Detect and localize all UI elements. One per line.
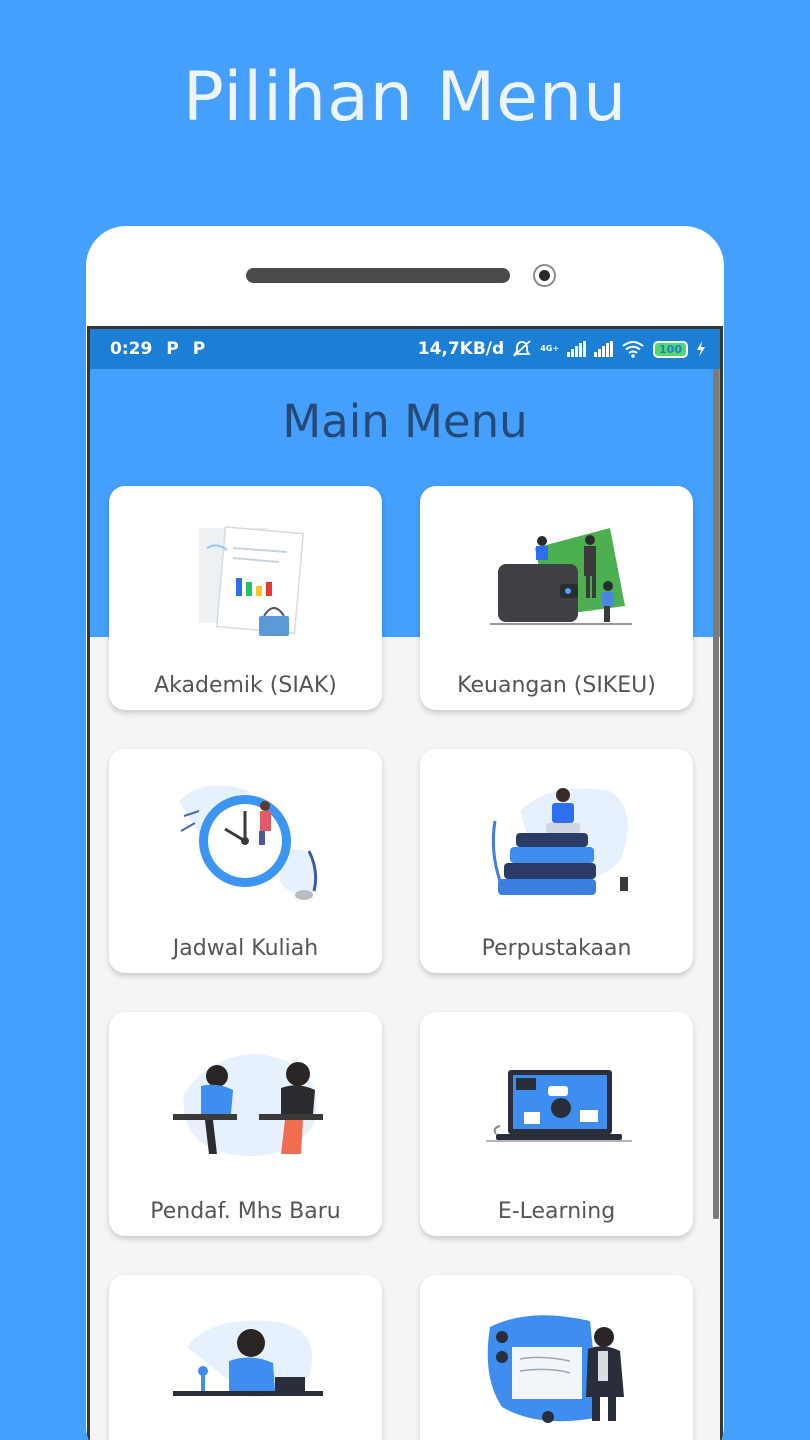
scrollbar[interactable] (713, 369, 719, 1219)
page-title: Pilihan Menu (182, 58, 628, 137)
notification-icon: P (192, 339, 206, 359)
menu-card-perpustakaan[interactable]: Perpustakaan (420, 749, 693, 973)
phone-frame: 0:29 P P 14,7KB/d 4G+ 100 Main Menu Akad… (86, 226, 724, 1440)
notification-icon: P (166, 339, 179, 359)
menu-card-operator[interactable] (109, 1275, 382, 1440)
network-speed: 14,7KB/d (417, 339, 505, 359)
laptop-icon (486, 1070, 632, 1142)
menu-label: Keuangan (SIKEU) (457, 673, 656, 698)
books-icon (491, 788, 628, 895)
menu-card-presentation[interactable] (420, 1275, 693, 1440)
menu-label: E-Learning (497, 1199, 616, 1224)
charging-icon (697, 341, 705, 357)
operator-icon (173, 1320, 323, 1397)
menu-label: Pendaf. Mhs Baru (150, 1199, 341, 1224)
menu-card-elearning[interactable]: E-Learning (420, 1012, 693, 1236)
mute-icon (513, 340, 531, 357)
main-menu-title: Main Menu (282, 395, 528, 448)
menu-label: Jadwal Kuliah (172, 936, 319, 961)
students-icon (173, 1054, 323, 1156)
battery-indicator: 100 (653, 340, 688, 358)
menu-label: Akademik (SIAK) (154, 673, 337, 698)
signal-icon (567, 341, 587, 357)
menu-label: Perpustakaan (481, 936, 632, 961)
menu-card-akademik[interactable]: Akademik (SIAK) (109, 486, 382, 710)
status-bar: 0:29 P P 14,7KB/d 4G+ 100 (90, 329, 720, 369)
network-type: 4G+ (540, 344, 560, 353)
phone-speaker (246, 268, 510, 283)
wallet-icon (490, 528, 632, 625)
document-chart-icon (199, 526, 305, 636)
menu-card-pendaftaran[interactable]: Pendaf. Mhs Baru (109, 1012, 382, 1236)
wifi-icon (622, 341, 644, 358)
phone-camera (533, 264, 556, 287)
presentation-icon (487, 1315, 624, 1423)
app-screen: 0:29 P P 14,7KB/d 4G+ 100 Main Menu Akad… (87, 326, 723, 1440)
status-time: 0:29 (110, 339, 153, 359)
menu-card-jadwal[interactable]: Jadwal Kuliah (109, 749, 382, 973)
signal-icon (594, 341, 614, 357)
menu-card-keuangan[interactable]: Keuangan (SIKEU) (420, 486, 693, 710)
clock-icon (179, 785, 318, 900)
